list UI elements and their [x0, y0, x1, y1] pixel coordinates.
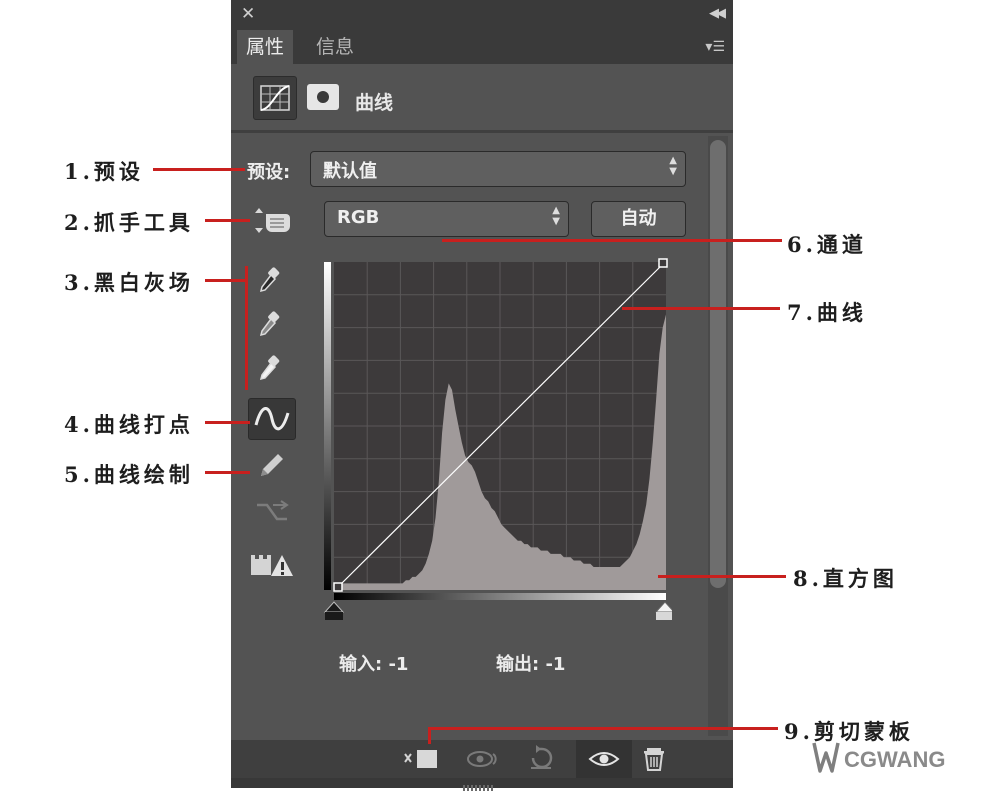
preset-label: 预设:	[247, 162, 291, 183]
white-slider-base	[656, 612, 672, 620]
tab-properties[interactable]: 属性	[237, 30, 294, 64]
collapse-icon[interactable]: ◀◀	[709, 6, 726, 21]
visibility-toggle[interactable]	[576, 740, 632, 778]
annotation-histogram: 8.直方图	[793, 566, 898, 591]
curve-point-edit-icon[interactable]	[248, 398, 296, 440]
targeted-adjustment-hand-icon[interactable]	[251, 204, 295, 242]
scrollbar-thumb[interactable]	[710, 140, 726, 588]
visibility-eye-icon[interactable]	[576, 740, 632, 778]
auto-button[interactable]: 自动	[591, 201, 686, 237]
black-slider-base	[325, 612, 343, 620]
curves-graph[interactable]	[322, 256, 672, 626]
view-previous-state-icon[interactable]	[463, 740, 503, 778]
annotation-hand-tool: 2.抓手工具	[64, 210, 194, 235]
black-point-eyedropper-icon[interactable]	[255, 265, 285, 299]
clipping-warning-icon[interactable]	[249, 551, 295, 583]
annotation-line-9	[428, 727, 778, 730]
chevron-updown-icon: ▲ ▼	[552, 205, 560, 227]
tab-info[interactable]: 信息	[307, 30, 363, 64]
annotation-line-4	[205, 421, 250, 424]
white-point-eyedropper-icon[interactable]	[255, 353, 285, 387]
annotation-curve-draw: 5.曲线绘制	[64, 462, 194, 487]
black-point-handle[interactable]	[333, 582, 343, 592]
reset-icon[interactable]	[521, 740, 561, 778]
annotation-line-7	[622, 307, 780, 310]
annotation-preset: 1.预设	[64, 159, 144, 184]
annotation-black-white-gray: 3.黑白灰场	[64, 270, 194, 295]
panel-titlebar: ✕ ◀◀	[231, 0, 733, 30]
watermark-text: CGWANG	[844, 747, 945, 772]
annotation-bracket-3	[245, 266, 248, 390]
scrollbar[interactable]	[708, 136, 728, 736]
output-readout: 输出: -1	[496, 654, 566, 675]
annotation-line-6	[442, 239, 782, 242]
curves-adjustment-icon[interactable]	[253, 76, 297, 120]
adjustment-title: 曲线	[355, 92, 394, 114]
watermark-logo: CGWANG	[812, 737, 962, 777]
channel-value: RGB	[337, 207, 380, 228]
clip-to-layer-icon[interactable]	[401, 740, 441, 778]
channel-select[interactable]: RGB ▲ ▼	[324, 201, 569, 237]
annotation-line-1	[153, 168, 245, 171]
smooth-curve-icon	[253, 497, 293, 531]
curve-pencil-icon[interactable]	[255, 450, 287, 484]
annotation-curve: 7.曲线	[787, 300, 867, 325]
resize-strip	[231, 778, 733, 791]
annotation-line-2	[205, 219, 250, 222]
input-gradient-bar	[334, 593, 666, 600]
adjustment-header: 曲线	[231, 64, 733, 130]
chevron-updown-icon: ▲ ▼	[669, 155, 677, 177]
bottom-toolbar	[231, 740, 733, 778]
white-slider-handle[interactable]	[654, 601, 672, 613]
annotation-line-8	[658, 575, 786, 578]
output-gradient-bar	[324, 262, 331, 590]
panel-menu-icon[interactable]: ▾☰	[705, 39, 725, 55]
gray-point-eyedropper-icon[interactable]	[255, 309, 285, 343]
mask-icon[interactable]	[307, 84, 339, 110]
black-slider-handle[interactable]	[323, 601, 345, 613]
properties-panel: ✕ ◀◀ 属性 信息 ▾☰ 曲线 预设: 默认值 ▲ ▼ RGB ▲ ▼ 自动 …	[231, 0, 733, 791]
tab-bar: 属性 信息 ▾☰	[231, 30, 733, 64]
annotation-line-3	[205, 279, 245, 282]
close-icon[interactable]: ✕	[241, 4, 255, 24]
divider	[231, 130, 733, 133]
annotation-channel: 6.通道	[787, 232, 867, 257]
input-readout: 输入: -1	[339, 654, 409, 675]
delete-icon[interactable]	[635, 740, 675, 778]
annotation-curve-points: 4.曲线打点	[64, 412, 194, 437]
white-point-handle[interactable]	[658, 258, 668, 268]
preset-select[interactable]: 默认值 ▲ ▼	[310, 151, 686, 187]
annotation-line-5	[205, 471, 250, 474]
preset-value: 默认值	[323, 161, 377, 182]
